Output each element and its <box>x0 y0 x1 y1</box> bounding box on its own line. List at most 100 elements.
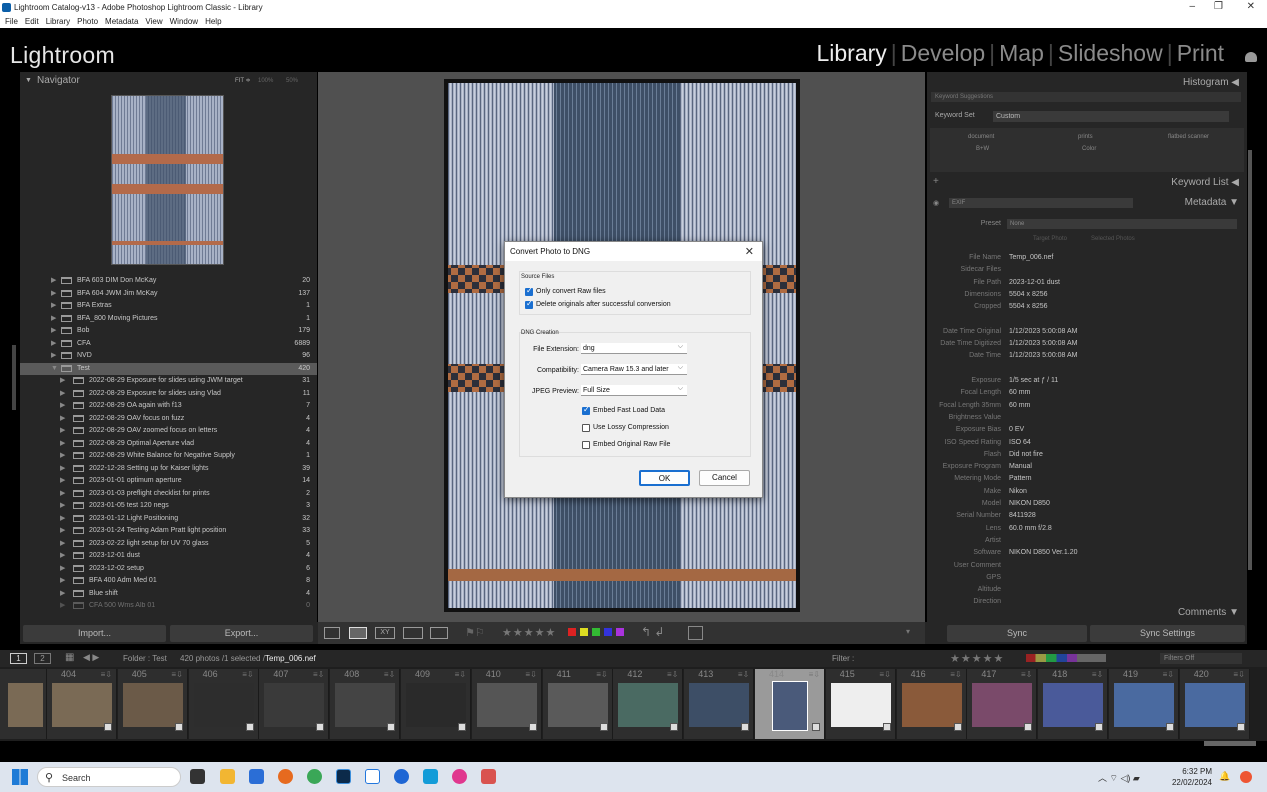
folder-row[interactable]: ▶ 2023-01-01 optimum aperture 14 <box>20 475 317 487</box>
filmstrip-thumbnail[interactable]: 420 ≡⇩ <box>1179 669 1250 739</box>
tray-icons[interactable]: ︿ ⌔ ◁) ▰ <box>1098 771 1140 784</box>
jpeg-preview-select[interactable]: Full Size <box>581 383 687 396</box>
filmstrip-thumbnail[interactable]: 414 ≡⇩ <box>755 669 825 739</box>
folder-row[interactable]: ▶ 2022-08-29 Exposure for slides using JW… <box>20 375 317 387</box>
filter-stars[interactable]: ★★★★★ <box>950 652 1004 665</box>
metadata-value[interactable]: Did not fire <box>1009 449 1043 461</box>
slack-icon[interactable] <box>452 769 467 784</box>
delete-originals-checkbox[interactable] <box>525 299 533 309</box>
cloud-sync-icon[interactable] <box>1245 52 1257 62</box>
menu-item[interactable]: Help <box>205 15 221 28</box>
people-view-icon[interactable] <box>430 627 448 639</box>
metadata-value[interactable]: 1/12/2023 5:00:08 AM <box>1009 338 1078 350</box>
flag-icon[interactable]: ≡⇩ <box>242 670 253 679</box>
metadata-value[interactable]: 1/12/2023 5:00:08 AM <box>1009 350 1078 362</box>
folder-row[interactable]: ▼ Test 420 <box>20 362 317 375</box>
filmstrip-thumbnail[interactable]: 416 ≡⇩ <box>896 669 967 739</box>
grid-icon[interactable]: ▦ <box>65 652 74 663</box>
add-keyword-icon[interactable]: + <box>933 176 939 187</box>
metadata-value[interactable]: 0 EV <box>1009 424 1024 436</box>
expand-triangle-icon[interactable]: ▶ <box>60 450 65 462</box>
snipping-icon[interactable] <box>481 769 496 784</box>
zoom-50[interactable]: 50% <box>286 72 298 90</box>
folder-row[interactable]: ▶ 2023-01-24 Testing Adam Pratt light pos… <box>20 525 317 537</box>
metadata-value[interactable]: 1/5 sec at ƒ / 11 <box>1009 375 1058 387</box>
folder-row[interactable]: ▶ BFA 400 Adm Med 01 8 <box>20 575 317 587</box>
flag-icon[interactable]: ≡⇩ <box>525 670 536 679</box>
keyword-flatbed-scanner[interactable]: flatbed scanner <box>1168 134 1209 140</box>
compare-view-icon[interactable]: XY <box>375 627 395 639</box>
folder-row[interactable]: ▶ BFA_800 Moving Pictures 1 <box>20 313 317 325</box>
expand-triangle-icon[interactable]: ▶ <box>51 350 56 362</box>
star-rating[interactable]: ★★★★★ <box>502 626 556 639</box>
keyword-suggestions-header[interactable]: Keyword Suggestions <box>931 92 1241 102</box>
flag-icon[interactable]: ≡⇩ <box>1233 670 1244 679</box>
preset-select[interactable]: None <box>1007 219 1237 229</box>
metadata-header[interactable]: Metadata ▼ <box>1185 197 1239 208</box>
expand-triangle-icon[interactable]: ▶ <box>51 288 56 300</box>
target-selected-toggle[interactable]: Target Photo Selected Photos <box>1007 236 1237 245</box>
cancel-button[interactable]: Cancel <box>699 470 750 486</box>
metadata-value[interactable]: Manual <box>1009 461 1032 473</box>
windows-start-icon[interactable] <box>12 769 28 785</box>
menu-item[interactable]: File <box>5 15 18 28</box>
filmstrip-thumbnail[interactable] <box>0 669 47 739</box>
expand-triangle-icon[interactable]: ▶ <box>60 538 65 550</box>
flag-icon[interactable]: ≡⇩ <box>1021 670 1032 679</box>
left-scrollbar[interactable] <box>12 345 16 410</box>
folder-row[interactable]: ▶ 2023-01-12 Light Positioning 32 <box>20 513 317 525</box>
filmstrip-thumbnail[interactable]: 419 ≡⇩ <box>1109 669 1179 739</box>
filmstrip-thumbnail[interactable]: 405 ≡⇩ <box>117 669 188 739</box>
expand-triangle-icon[interactable]: ▶ <box>60 525 65 537</box>
expand-triangle-icon[interactable]: ▶ <box>60 475 65 487</box>
import-button[interactable]: Import... <box>23 625 166 642</box>
module-library[interactable]: Library <box>816 40 886 67</box>
metadata-value[interactable]: 1/12/2023 5:00:08 AM <box>1009 326 1078 338</box>
flag-icon[interactable]: ≡⇩ <box>171 670 182 679</box>
expand-triangle-icon[interactable]: ▶ <box>60 600 65 612</box>
menu-item[interactable]: Window <box>170 15 198 28</box>
close-window-icon[interactable]: ✕ <box>1247 1 1255 12</box>
filmstrip-thumbnail[interactable]: 413 ≡⇩ <box>684 669 755 739</box>
expand-triangle-icon[interactable]: ▶ <box>60 425 65 437</box>
minimize-icon[interactable]: – <box>1189 1 1195 12</box>
sync-button[interactable]: Sync <box>947 625 1087 642</box>
flag-icon[interactable]: ≡⇩ <box>596 670 607 679</box>
folder-row[interactable]: ▶ BFA 603 DIM Don McKay 20 <box>20 275 317 287</box>
expand-triangle-icon[interactable]: ▶ <box>60 413 65 425</box>
color-labels[interactable] <box>568 628 624 638</box>
taskbar-search[interactable]: Search ⚲ <box>37 767 181 787</box>
crop-overlay-icon[interactable] <box>688 626 703 640</box>
lossy-compression-checkbox[interactable] <box>582 424 590 432</box>
metadata-value[interactable]: NIKON D850 Ver.1.20 <box>1009 547 1077 559</box>
folder-row[interactable]: ▶ 2022-08-29 OA again with f13 7 <box>20 400 317 412</box>
only-convert-raw-checkbox[interactable] <box>525 286 533 296</box>
flag-icon[interactable]: ≡⇩ <box>455 670 466 679</box>
filmstrip-thumbnail[interactable]: 418 ≡⇩ <box>1038 669 1109 739</box>
expand-triangle-icon[interactable]: ▶ <box>60 513 65 525</box>
folder-row[interactable]: ▶ 2022-08-29 White Balance for Negative S… <box>20 450 317 462</box>
expand-triangle-icon[interactable]: ▶ <box>60 500 65 512</box>
folder-row[interactable]: ▶ 2022-08-29 OAV zoomed focus on letters 4 <box>20 425 317 437</box>
expand-triangle-icon[interactable]: ▶ <box>51 325 56 337</box>
expand-triangle-icon[interactable]: ▶ <box>60 400 65 412</box>
metadata-value[interactable]: Nikon <box>1009 486 1027 498</box>
filmstrip-thumbnail[interactable]: 417 ≡⇩ <box>967 669 1038 739</box>
flag-icon[interactable]: ≡⇩ <box>1092 670 1103 679</box>
folder-row[interactable]: ▶ BFA Extras 1 <box>20 300 317 312</box>
navigator-header[interactable]: ▼ Navigator FIT ≑ 100% 50% <box>20 72 317 90</box>
expand-triangle-icon[interactable]: ▶ <box>60 388 65 400</box>
filmstrip-thumbnail[interactable]: 406 ≡⇩ <box>188 669 259 739</box>
metadata-value[interactable]: 8411928 <box>1009 510 1036 522</box>
file-explorer-icon[interactable] <box>220 769 235 784</box>
keyword-document[interactable]: document <box>968 134 994 140</box>
store-icon[interactable] <box>249 769 264 784</box>
flag-icon[interactable]: ≡⇩ <box>950 670 961 679</box>
folder-row[interactable]: ▶ CFA 6889 <box>20 338 317 350</box>
folder-row[interactable]: ▶ Blue shift 4 <box>20 588 317 600</box>
flag-icon[interactable]: ⚑⚐ <box>465 626 485 639</box>
flag-icon[interactable]: ≡⇩ <box>101 670 112 679</box>
metadata-value[interactable]: ISO 64 <box>1009 437 1031 449</box>
notification-icon[interactable]: 🔔 <box>1219 771 1230 782</box>
expand-triangle-icon[interactable]: ▶ <box>51 300 56 312</box>
